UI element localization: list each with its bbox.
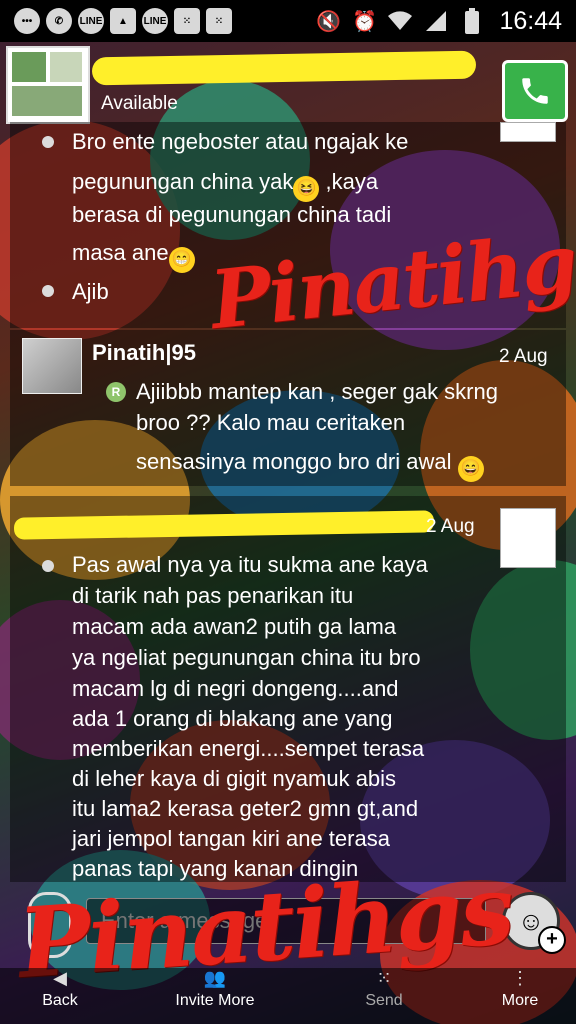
blackberry-icon: ⁙ <box>376 968 392 988</box>
bottom-nav: ◀ Back 👥 Invite More ⁙ Send ⋮ More <box>0 968 576 1024</box>
sender-avatar[interactable] <box>22 338 82 394</box>
message-line: pegunungan china yak 😆 ,kaya <box>72 167 378 202</box>
back-icon: ◀ <box>53 968 67 988</box>
message-line: di leher kaya di gigit nyamuk abis <box>72 766 397 791</box>
status-bar: ••• ✆ LINE ▲ LINE ⁙ ⁙ 🔇 ⏰ 16:44 <box>0 0 576 42</box>
blackberry-icon: ⁙ <box>206 8 232 34</box>
message-line: berasa di pegunungan china tadi <box>72 202 392 227</box>
message-line: macam ada awan2 putih ga lama <box>72 614 397 639</box>
more-button[interactable]: ⋮ More <box>480 968 560 1024</box>
message-line: Ajiibbb mantep kan , seger gak skrng <box>136 379 498 404</box>
message-line: di tarik nah pas penarikan itu <box>72 583 354 608</box>
message-date: 2 Aug <box>426 516 475 537</box>
sender-name: Pinatih|95 <box>92 340 196 365</box>
message-line: Ajib <box>72 279 109 304</box>
phone-icon <box>522 78 548 104</box>
message-avatar-thumb <box>500 122 556 142</box>
invite-icon: 👥 <box>203 968 227 988</box>
send-button[interactable]: ⁙ Send <box>344 968 424 1024</box>
more-label: More <box>501 992 539 1009</box>
plus-icon: + <box>538 926 566 954</box>
message-line: macam lg di negri dongeng....and <box>72 676 399 701</box>
message-line: Pas awal nya ya itu sukma ane kaya <box>72 552 428 577</box>
call-button[interactable] <box>502 60 568 122</box>
gallery-icon: ▲ <box>110 8 136 34</box>
bullet-dot <box>42 136 54 148</box>
mute-icon: 🔇 <box>315 10 341 33</box>
chat-header: Available <box>0 42 576 124</box>
message-line: broo ?? Kalo mau ceritaken <box>136 410 406 435</box>
line-icon: LINE <box>142 8 168 34</box>
alarm-icon: ⏰ <box>351 10 377 33</box>
message-line: masa ane 😁 <box>72 238 195 273</box>
contact-name-redacted <box>91 50 477 86</box>
grin-emoji-icon: 😄 <box>457 456 484 482</box>
wifi-icon <box>387 8 413 34</box>
back-button[interactable]: ◀ Back <box>20 968 100 1024</box>
back-label: Back <box>42 992 78 1009</box>
message-line: Bro ente ngeboster atau ngajak ke <box>72 129 409 154</box>
line-icon: LINE <box>78 8 104 34</box>
message-line: ya ngeliat pegunungan china itu bro <box>72 645 421 670</box>
message-line: itu lama2 kerasa geter2 gmn gt,and <box>72 796 419 821</box>
bullet-dot <box>42 560 54 572</box>
message-line: ada 1 orang di blakang ane yang <box>72 706 393 731</box>
message-avatar-thumb <box>500 508 556 568</box>
chat-bubble-icon: ••• <box>14 8 40 34</box>
whatsapp-icon: ✆ <box>46 8 72 34</box>
message-line: memberikan energi....sempet terasa <box>72 736 425 761</box>
battery-icon <box>459 8 485 34</box>
invite-more-button[interactable]: 👥 Invite More <box>160 968 270 1024</box>
contact-status: Available <box>101 93 178 114</box>
message-line: jari jempol tangan kiri ane terasa <box>72 826 390 851</box>
contact-avatar[interactable] <box>6 46 90 124</box>
grin-emoji-icon: 😁 <box>168 247 195 273</box>
signal-icon <box>423 8 449 34</box>
notification-icons: ••• ✆ LINE ▲ LINE ⁙ ⁙ <box>14 8 232 34</box>
bullet-dot <box>42 285 54 297</box>
laughing-emoji-icon: 😆 <box>293 176 320 202</box>
invite-more-label: Invite More <box>175 992 255 1009</box>
message-line: sensasinya monggo bro dri awal 😄 <box>136 447 484 482</box>
message-date: 2 Aug <box>499 346 548 367</box>
clock: 16:44 <box>499 6 562 35</box>
read-badge: R <box>106 382 126 402</box>
more-icon: ⋮ <box>511 968 529 988</box>
blackberry-icon: ⁙ <box>174 8 200 34</box>
send-label: Send <box>365 992 403 1009</box>
